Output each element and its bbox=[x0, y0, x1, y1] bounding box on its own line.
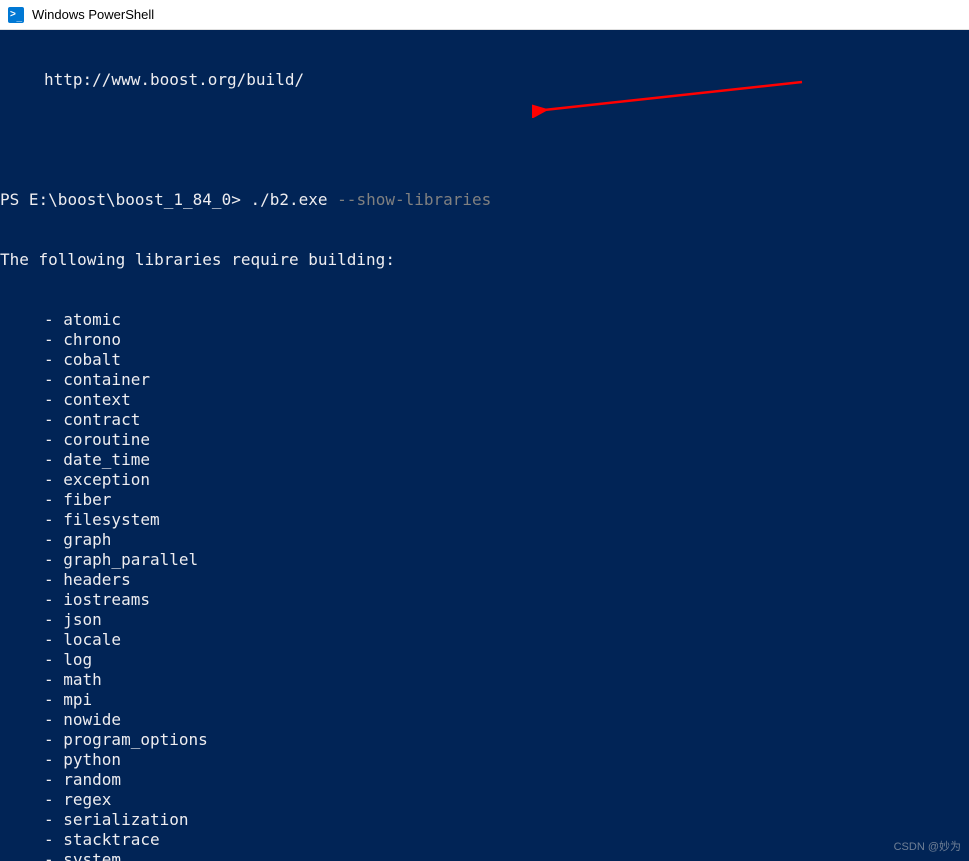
library-name: json bbox=[63, 610, 102, 629]
library-item: - atomic bbox=[0, 310, 969, 330]
library-name: math bbox=[63, 670, 102, 689]
library-item: - date_time bbox=[0, 450, 969, 470]
list-bullet: - bbox=[44, 810, 63, 829]
library-item: - locale bbox=[0, 630, 969, 650]
list-bullet: - bbox=[44, 470, 63, 489]
library-name: system bbox=[63, 850, 121, 861]
list-bullet: - bbox=[44, 650, 63, 669]
list-bullet: - bbox=[44, 550, 63, 569]
list-bullet: - bbox=[44, 390, 63, 409]
command-flag: --show-libraries bbox=[337, 190, 491, 209]
blank-line bbox=[0, 130, 969, 150]
library-item: - stacktrace bbox=[0, 830, 969, 850]
library-list: - atomic- chrono- cobalt- container- con… bbox=[0, 310, 969, 861]
list-bullet: - bbox=[44, 710, 63, 729]
library-name: fiber bbox=[63, 490, 111, 509]
library-name: log bbox=[63, 650, 92, 669]
library-name: coroutine bbox=[63, 430, 150, 449]
list-bullet: - bbox=[44, 510, 63, 529]
library-item: - coroutine bbox=[0, 430, 969, 450]
library-name: iostreams bbox=[63, 590, 150, 609]
library-name: context bbox=[63, 390, 130, 409]
list-bullet: - bbox=[44, 770, 63, 789]
library-item: - mpi bbox=[0, 690, 969, 710]
library-item: - json bbox=[0, 610, 969, 630]
window-title: Windows PowerShell bbox=[32, 7, 154, 22]
library-item: - context bbox=[0, 390, 969, 410]
heading-line: The following libraries require building… bbox=[0, 250, 969, 270]
list-bullet: - bbox=[44, 670, 63, 689]
list-bullet: - bbox=[44, 750, 63, 769]
command-text: ./b2.exe bbox=[250, 190, 337, 209]
library-name: cobalt bbox=[63, 350, 121, 369]
library-item: - random bbox=[0, 770, 969, 790]
library-item: - chrono bbox=[0, 330, 969, 350]
library-item: - serialization bbox=[0, 810, 969, 830]
list-bullet: - bbox=[44, 350, 63, 369]
library-item: - fiber bbox=[0, 490, 969, 510]
prompt-separator: > bbox=[231, 190, 250, 209]
list-bullet: - bbox=[44, 730, 63, 749]
library-item: - nowide bbox=[0, 710, 969, 730]
watermark: CSDN @妙为 bbox=[894, 837, 961, 857]
library-name: locale bbox=[63, 630, 121, 649]
library-name: stacktrace bbox=[63, 830, 159, 849]
titlebar[interactable]: Windows PowerShell bbox=[0, 0, 969, 30]
library-name: regex bbox=[63, 790, 111, 809]
prompt-line-1: PS E:\boost\boost_1_84_0> ./b2.exe --sho… bbox=[0, 190, 969, 210]
library-item: - filesystem bbox=[0, 510, 969, 530]
library-item: - contract bbox=[0, 410, 969, 430]
library-name: graph_parallel bbox=[63, 550, 198, 569]
library-item: - headers bbox=[0, 570, 969, 590]
library-item: - exception bbox=[0, 470, 969, 490]
list-bullet: - bbox=[44, 630, 63, 649]
list-bullet: - bbox=[44, 690, 63, 709]
library-item: - cobalt bbox=[0, 350, 969, 370]
list-bullet: - bbox=[44, 490, 63, 509]
library-item: - regex bbox=[0, 790, 969, 810]
list-bullet: - bbox=[44, 830, 63, 849]
library-item: - math bbox=[0, 670, 969, 690]
list-bullet: - bbox=[44, 790, 63, 809]
library-item: - graph_parallel bbox=[0, 550, 969, 570]
library-item: - log bbox=[0, 650, 969, 670]
prompt-prefix: PS bbox=[0, 190, 29, 209]
library-item: - container bbox=[0, 370, 969, 390]
library-name: serialization bbox=[63, 810, 188, 829]
library-item: - graph bbox=[0, 530, 969, 550]
url-output: http://www.boost.org/build/ bbox=[0, 70, 969, 90]
list-bullet: - bbox=[44, 570, 63, 589]
library-item: - program_options bbox=[0, 730, 969, 750]
library-name: random bbox=[63, 770, 121, 789]
library-name: mpi bbox=[63, 690, 92, 709]
library-name: chrono bbox=[63, 330, 121, 349]
library-name: program_options bbox=[63, 730, 208, 749]
list-bullet: - bbox=[44, 410, 63, 429]
list-bullet: - bbox=[44, 310, 63, 329]
list-bullet: - bbox=[44, 530, 63, 549]
list-bullet: - bbox=[44, 430, 63, 449]
list-bullet: - bbox=[44, 370, 63, 389]
list-bullet: - bbox=[44, 850, 63, 861]
library-name: graph bbox=[63, 530, 111, 549]
list-bullet: - bbox=[44, 330, 63, 349]
library-item: - system bbox=[0, 850, 969, 861]
library-name: container bbox=[63, 370, 150, 389]
library-name: atomic bbox=[63, 310, 121, 329]
library-name: python bbox=[63, 750, 121, 769]
library-name: headers bbox=[63, 570, 130, 589]
library-name: contract bbox=[63, 410, 140, 429]
prompt-path: E:\boost\boost_1_84_0 bbox=[29, 190, 231, 209]
library-item: - iostreams bbox=[0, 590, 969, 610]
library-name: date_time bbox=[63, 450, 150, 469]
library-item: - python bbox=[0, 750, 969, 770]
list-bullet: - bbox=[44, 610, 63, 629]
terminal-area[interactable]: http://www.boost.org/build/ PS E:\boost\… bbox=[0, 30, 969, 861]
powershell-icon bbox=[8, 7, 24, 23]
list-bullet: - bbox=[44, 450, 63, 469]
library-name: exception bbox=[63, 470, 150, 489]
library-name: nowide bbox=[63, 710, 121, 729]
list-bullet: - bbox=[44, 590, 63, 609]
library-name: filesystem bbox=[63, 510, 159, 529]
